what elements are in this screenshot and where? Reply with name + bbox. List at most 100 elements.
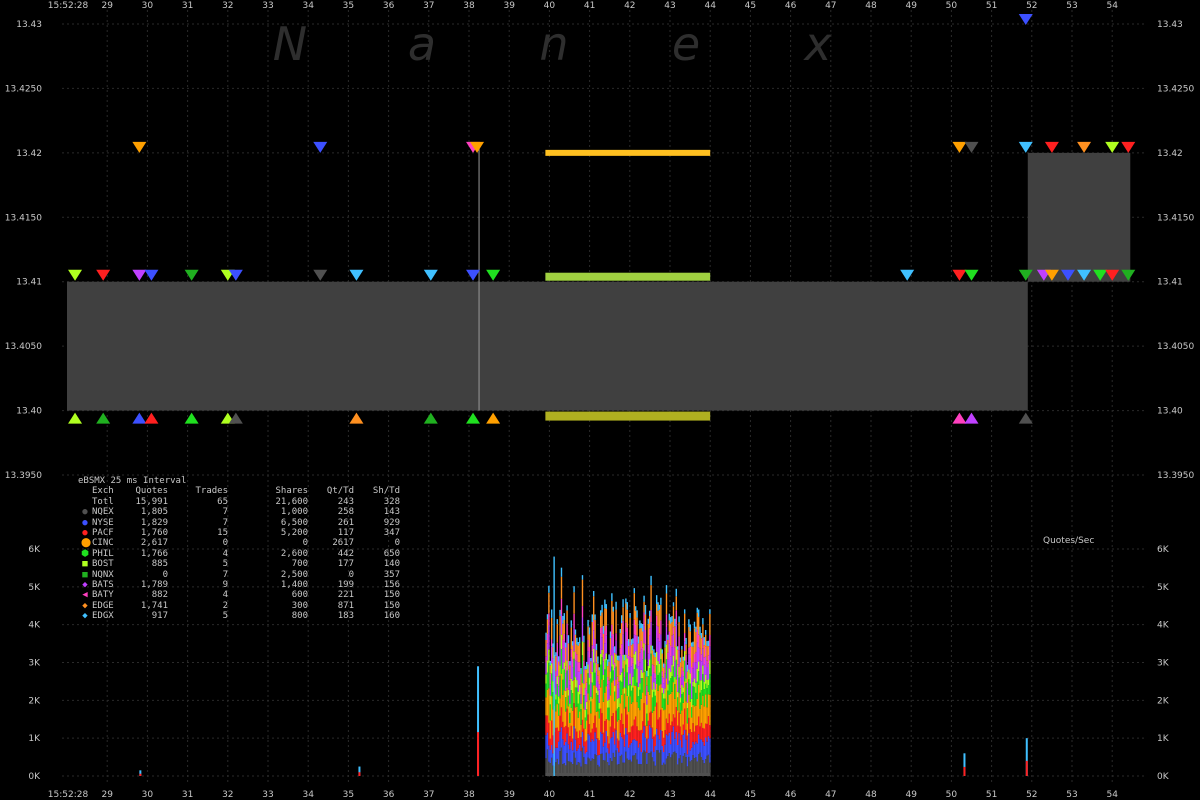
rate-bar	[655, 615, 658, 626]
rate-bar	[576, 637, 578, 645]
quote-marker	[486, 269, 501, 281]
rate-bar	[643, 625, 645, 644]
rate-bar	[688, 626, 690, 648]
rate-bar	[597, 695, 599, 712]
rate-bar	[598, 718, 600, 741]
rate-bar	[640, 623, 642, 629]
exchange-marker-glyph: ⬤	[81, 538, 92, 549]
rate-bar	[672, 726, 675, 753]
rate-bar	[562, 615, 564, 624]
rate-bar	[620, 681, 623, 695]
rate-bar	[689, 729, 691, 751]
marker-spacer	[81, 486, 89, 496]
rate-bar	[571, 667, 574, 681]
rate-bar	[604, 630, 606, 644]
rate-bar	[581, 617, 584, 642]
stats-row: ⬢ PHIL 1,766 4 2,600 442 650	[78, 549, 400, 559]
rate-bar	[557, 730, 560, 742]
rate-bar	[651, 727, 654, 739]
rate-bar	[559, 698, 561, 716]
rate-bar	[669, 645, 672, 657]
rate-bar	[611, 593, 613, 601]
rate-bar	[702, 624, 704, 638]
rate-bar	[706, 688, 708, 708]
rate-bar	[636, 642, 638, 669]
bottom-time-tick: 30	[142, 790, 154, 800]
rate-bar	[616, 721, 619, 739]
rate-bar	[682, 692, 684, 703]
rate-bar	[625, 632, 627, 655]
rate-bar	[563, 613, 565, 620]
rate-bar	[585, 720, 588, 741]
quote-marker	[1121, 141, 1136, 153]
rate-bar	[672, 682, 675, 715]
rate-bar	[574, 728, 577, 740]
rate-bar	[599, 753, 602, 776]
rate-bar	[669, 757, 672, 776]
rate-bar	[566, 670, 568, 688]
rate-bar	[639, 628, 641, 653]
rate-bar	[669, 744, 672, 758]
rate-bar	[627, 759, 630, 776]
rate-bar	[709, 738, 711, 763]
rate-bar	[560, 598, 563, 615]
rate-bar	[665, 614, 668, 628]
rate-bar	[616, 655, 619, 661]
top-time-tick: 40	[544, 1, 556, 11]
rate-bar	[695, 626, 697, 632]
stats-cell: 5	[222, 559, 228, 570]
rate-bar	[679, 657, 682, 663]
rate-bar	[574, 757, 577, 776]
stats-cell: 258	[337, 507, 354, 518]
stats-row: ■ NQNX 0 7 2,500 0 357	[78, 570, 400, 580]
rate-bar	[664, 640, 666, 648]
price-tick-right: 13.42	[1157, 149, 1183, 159]
rate-bar	[671, 616, 673, 622]
rate-bar	[634, 753, 637, 776]
rate-bar	[657, 719, 659, 736]
rate-bar	[678, 712, 680, 734]
rate-bar	[548, 662, 550, 689]
rate-bar	[623, 687, 626, 694]
rate-bar	[560, 567, 563, 577]
rate-bar	[709, 609, 711, 614]
nbbo-segment	[1027, 152, 1131, 282]
rate-bar	[599, 633, 602, 654]
rate-bar	[699, 708, 701, 727]
quote-marker	[466, 412, 481, 424]
rate-bar	[647, 644, 649, 654]
watermark-letter: e	[672, 17, 700, 71]
rate-bar	[699, 635, 701, 649]
top-time-tick: 50	[946, 1, 958, 11]
rate-bar	[588, 684, 591, 701]
stats-header-row: Exch Quotes Trades Shares Qt/Td Sh/Td	[78, 486, 400, 496]
rate-bar	[609, 678, 612, 696]
stats-cell: 150	[383, 600, 400, 611]
rate-bar	[662, 663, 665, 668]
rate-bar	[650, 622, 652, 646]
rate-bar	[653, 672, 655, 683]
rate-bar	[668, 752, 670, 776]
rate-bar	[616, 738, 619, 749]
rate-bar	[562, 721, 564, 740]
rate-bar	[679, 755, 682, 776]
rate-bar	[583, 746, 585, 758]
rate-bar	[564, 642, 567, 648]
rate-bar	[604, 669, 606, 693]
bottom-time-tick: 42	[624, 790, 635, 800]
rate-bar	[678, 650, 680, 667]
exchange-marker: ⬢	[81, 549, 89, 559]
rate-bar	[632, 643, 634, 658]
rate-bar	[678, 616, 680, 623]
rate-bar	[667, 639, 669, 653]
rate-bar	[675, 707, 677, 732]
rate-bar	[704, 646, 707, 657]
rate-bar	[587, 693, 589, 715]
rate-bar	[550, 663, 553, 674]
rate-bar	[549, 673, 551, 685]
rate-bar	[689, 624, 691, 632]
rate-bar	[556, 684, 558, 705]
rate-bar	[706, 645, 708, 661]
rate-bar	[599, 627, 602, 634]
quote-marker	[349, 412, 364, 424]
